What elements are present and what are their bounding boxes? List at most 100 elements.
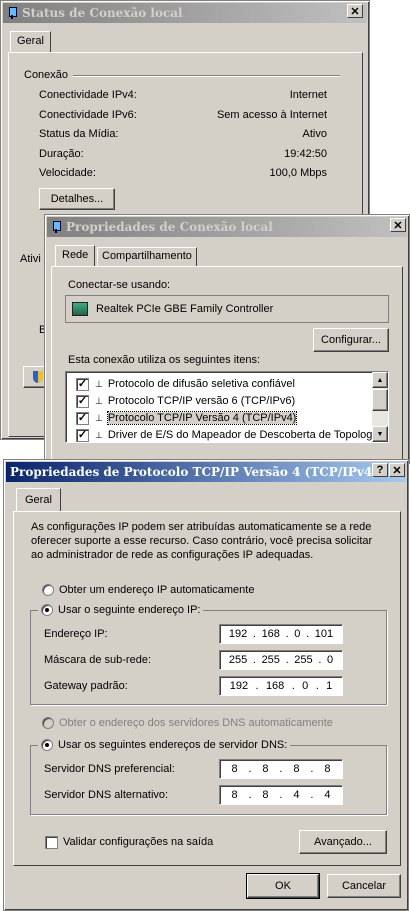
protocol-icon: ⊥ xyxy=(95,378,103,389)
auto-dns-radio[interactable] xyxy=(42,717,54,729)
items-list: ✓ ⊥ Protocolo de difusão seletiva confiá… xyxy=(65,371,389,443)
octet: 4 xyxy=(293,789,300,801)
protocol-icon: ⊥ xyxy=(95,429,103,440)
protocol-icon: ⊥ xyxy=(95,395,103,406)
auto-ip-label[interactable]: Obter um endereço IP automaticamente xyxy=(59,584,254,596)
manual-dns-label[interactable]: Usar os seguintes endereços de servidor … xyxy=(58,739,287,751)
manual-ip-legend: Usar o seguinte endereço IP: xyxy=(38,602,204,618)
octet: 192 xyxy=(228,628,248,640)
tcpip-properties-window: Propriedades de Protocolo TCP/IP Versão … xyxy=(3,459,409,911)
dns1-label: Servidor DNS preferencial: xyxy=(44,763,175,775)
advanced-button[interactable]: Avançado... xyxy=(299,830,387,854)
manual-ip-label[interactable]: Usar o seguinte endereço IP: xyxy=(58,604,200,616)
manual-dns-legend: Usar os seguintes endereços de servidor … xyxy=(38,737,291,753)
octet: 255 xyxy=(261,654,280,666)
tab-compartilhamento[interactable]: Compartilhamento xyxy=(97,247,197,266)
connection-properties-window: Propriedades de Conexão local ✕ Rede Com… xyxy=(44,214,410,466)
octet: 0 xyxy=(294,628,301,640)
manual-dns-radio[interactable] xyxy=(41,739,53,751)
ipv6-label: Conectividade IPv6: xyxy=(39,109,137,121)
item-label: Protocolo TCP/IP versão 6 (TCP/IPv6) xyxy=(107,395,296,407)
duration-label: Duração: xyxy=(39,148,84,160)
tab-rede[interactable]: Rede xyxy=(55,245,96,267)
description-text: As configurações IP podem ser atribuídas… xyxy=(31,521,373,561)
speed-value: 100,0 Mbps xyxy=(269,167,327,179)
close-icon[interactable]: ✕ xyxy=(390,218,406,232)
status-title: Status de Conexão local xyxy=(22,6,183,20)
activity-label-partial: Ativi xyxy=(20,253,41,265)
auto-dns-label[interactable]: Obter o endereço dos servidores DNS auto… xyxy=(59,717,333,729)
list-item[interactable]: ✓ ⊥ Driver de E/S do Mapeador de Descobe… xyxy=(76,427,381,442)
mask-label: Máscara de sub-rede: xyxy=(44,654,151,666)
divider xyxy=(73,75,340,77)
tcpip-titlebar[interactable]: Propriedades de Protocolo TCP/IP Versão … xyxy=(6,462,406,482)
octet: 8 xyxy=(293,763,300,775)
cancel-button[interactable]: Cancelar xyxy=(327,874,401,898)
items-label: Esta conexão utiliza os seguintes itens: xyxy=(68,354,261,366)
props-title: Propriedades de Conexão local xyxy=(66,220,273,234)
scroll-down-icon[interactable]: ▼ xyxy=(372,426,388,442)
checkbox-checked[interactable]: ✓ xyxy=(76,394,89,408)
help-icon[interactable]: ? xyxy=(372,463,388,477)
section-conexao: Conexão xyxy=(24,69,69,81)
ok-button[interactable]: OK xyxy=(246,873,320,899)
validate-label[interactable]: Validar configurações na saída xyxy=(63,836,213,848)
list-item[interactable]: ✓ ⊥ Protocolo de difusão seletiva confiá… xyxy=(76,376,295,392)
list-item-selected[interactable]: ✓ ⊥ Protocolo TCP/IP Versão 4 (TCP/IPv4) xyxy=(76,410,298,426)
octet: 8 xyxy=(262,763,269,775)
network-icon xyxy=(51,220,61,234)
octet: 168 xyxy=(261,628,280,640)
gateway-field[interactable]: 192. 168. 0. 1 xyxy=(219,676,343,696)
ip-label: Endereço IP: xyxy=(44,628,108,640)
props-titlebar[interactable]: Propriedades de Conexão local xyxy=(47,217,407,237)
media-label: Status da Mídia: xyxy=(39,128,119,140)
close-icon[interactable]: ✕ xyxy=(347,4,363,18)
checkbox-checked[interactable]: ✓ xyxy=(76,411,89,425)
dns2-label: Servidor DNS alternativo: xyxy=(44,789,169,801)
configure-button[interactable]: Configurar... xyxy=(313,328,389,352)
checkbox-checked[interactable]: ✓ xyxy=(76,377,89,391)
octet: 4 xyxy=(324,789,331,801)
octet: 192 xyxy=(229,680,249,692)
scroll-thumb[interactable] xyxy=(372,389,388,411)
status-titlebar[interactable]: Status de Conexão local xyxy=(3,3,367,23)
network-icon xyxy=(7,6,17,20)
auto-ip-radio[interactable] xyxy=(42,584,54,596)
octet: 8 xyxy=(231,763,238,775)
media-value: Ativo xyxy=(302,128,327,140)
ipv6-value: Sem acesso à Internet xyxy=(216,109,327,121)
speed-label: Velocidade: xyxy=(39,167,96,179)
octet: 0 xyxy=(327,654,334,666)
item-label: Protocolo TCP/IP Versão 4 (TCP/IPv4) xyxy=(106,411,298,425)
close-icon[interactable]: ✕ xyxy=(389,463,405,477)
octet: 0 xyxy=(302,680,309,692)
preferred-dns-field[interactable]: 8.8.8.8 xyxy=(219,759,343,779)
tab-geral[interactable]: Geral xyxy=(10,31,51,53)
checkbox-checked[interactable]: ✓ xyxy=(76,428,89,442)
validate-checkbox[interactable] xyxy=(45,836,58,849)
octet: 101 xyxy=(314,628,334,640)
tab-geral[interactable]: Geral xyxy=(16,488,61,512)
scrollbar[interactable]: ▲ ▼ xyxy=(372,372,388,442)
details-button[interactable]: Detalhes... xyxy=(39,188,115,210)
ip-address-field[interactable]: 192. 168. 0. 101 xyxy=(219,624,343,644)
adapter-name: Realtek PCIe GBE Family Controller xyxy=(96,303,274,315)
connect-using-label: Conectar-se usando: xyxy=(68,279,171,291)
protocol-icon: ⊥ xyxy=(95,412,103,423)
ipv4-label: Conectividade IPv4: xyxy=(39,89,137,101)
network-adapter-icon xyxy=(72,302,88,316)
alternate-dns-field[interactable]: 8.8.4.4 xyxy=(219,785,343,805)
item-label: Driver de E/S do Mapeador de Descoberta … xyxy=(107,429,381,441)
octet: 8 xyxy=(324,763,331,775)
subnet-mask-field[interactable]: 255. 255. 255. 0 xyxy=(219,650,343,670)
tcpip-title: Propriedades de Protocolo TCP/IP Versão … xyxy=(10,465,378,479)
list-item[interactable]: ✓ ⊥ Protocolo TCP/IP versão 6 (TCP/IPv6) xyxy=(76,393,295,409)
manual-ip-radio[interactable] xyxy=(41,604,53,616)
ipv4-value: Internet xyxy=(289,89,327,101)
item-label: Protocolo de difusão seletiva confiável xyxy=(107,378,295,390)
octet: 168 xyxy=(265,680,285,692)
shield-icon xyxy=(33,371,43,383)
gateway-label: Gateway padrão: xyxy=(44,680,128,692)
scroll-up-icon[interactable]: ▲ xyxy=(372,372,388,388)
octet: 8 xyxy=(231,789,238,801)
